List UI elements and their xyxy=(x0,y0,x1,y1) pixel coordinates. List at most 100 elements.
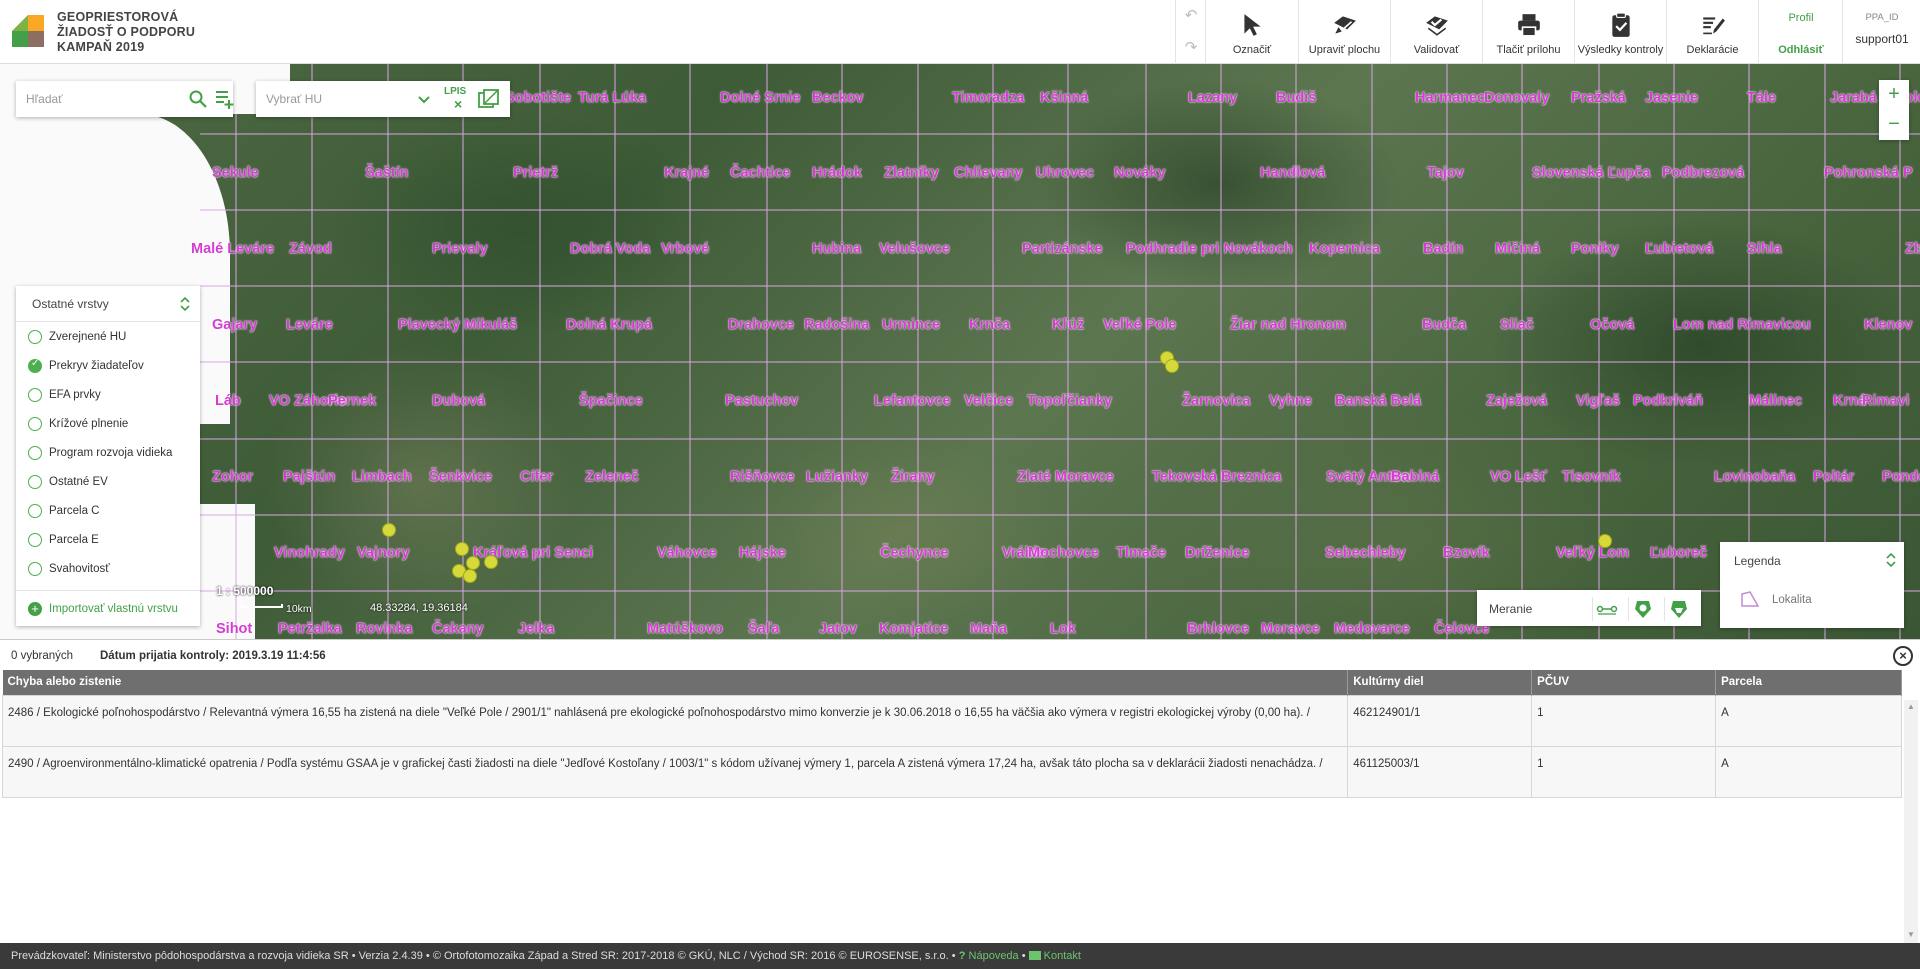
layer-item[interactable]: Program rozvoja vidieka xyxy=(16,439,200,468)
import-layer-button[interactable]: + Importovať vlastnú vrstvu xyxy=(16,590,200,626)
town-label: Podkriváň xyxy=(1633,393,1704,409)
applicant-marker[interactable] xyxy=(466,556,480,570)
town-label: Kopernica xyxy=(1309,241,1380,257)
town-label: Málinec xyxy=(1749,393,1803,409)
applicant-marker[interactable] xyxy=(455,542,469,556)
town-label: Krajné xyxy=(664,165,710,181)
contact-link[interactable]: Kontakt xyxy=(1044,950,1081,962)
layer-item[interactable]: EFA prvky xyxy=(16,381,200,410)
layer-toggle[interactable] xyxy=(28,533,42,547)
column-header-pcuv[interactable]: PČUV xyxy=(1531,670,1717,695)
add-search-filter-icon[interactable] xyxy=(214,88,236,110)
table-row[interactable]: 2486 / Ekologické poľnohospodárstvo / Re… xyxy=(1,694,1902,747)
layer-toggle[interactable] xyxy=(28,388,42,402)
layer-item[interactable]: Krížové plnenie xyxy=(16,410,200,439)
town-label: Sebechleby xyxy=(1325,545,1406,561)
scroll-down-icon[interactable]: ▼ xyxy=(1907,930,1915,939)
town-label: Velčice xyxy=(964,393,1014,409)
declarations-button[interactable]: Deklarácie xyxy=(1666,0,1758,64)
layer-switch-icon[interactable] xyxy=(478,89,500,109)
layer-toggle[interactable] xyxy=(28,504,42,518)
town-label: Malé Leváre xyxy=(191,241,275,257)
measure-distance-icon[interactable] xyxy=(1592,597,1620,621)
applicant-marker[interactable] xyxy=(484,555,498,569)
undo-icon[interactable]: ↶ xyxy=(1176,0,1206,32)
town-label: Tisovník xyxy=(1562,469,1621,485)
layer-item[interactable]: Parcela C xyxy=(16,497,200,526)
town-label: Jelka xyxy=(518,621,555,637)
town-label: Šenkvice xyxy=(429,469,492,485)
collapse-icon[interactable] xyxy=(178,296,192,312)
redo-icon[interactable]: ↷ xyxy=(1176,32,1206,64)
scroll-up-icon[interactable]: ▲ xyxy=(1907,702,1915,711)
town-label: Maňa xyxy=(970,621,1008,637)
logout-link[interactable]: Odhlásiť xyxy=(1759,44,1843,56)
column-header-parcel[interactable]: Parcela xyxy=(1715,670,1902,695)
measure-area-icon[interactable] xyxy=(1628,597,1656,621)
profile-link[interactable]: Profil xyxy=(1759,12,1843,24)
lpis-toggle-button[interactable]: LPIS × xyxy=(444,86,470,112)
search-icon[interactable] xyxy=(188,89,208,109)
town-label: Zbojsk xyxy=(1905,241,1920,257)
table-row[interactable]: 2490 / Agroenvironmentálno-klimatické op… xyxy=(1,745,1902,798)
town-label: Bzovík xyxy=(1443,545,1490,561)
applicant-marker[interactable] xyxy=(1165,359,1179,373)
measure-parcel-icon[interactable] xyxy=(1664,597,1692,621)
layers-panel-header[interactable]: Ostatné vrstvy xyxy=(16,286,200,322)
mail-icon xyxy=(1028,951,1041,960)
column-header-error[interactable]: Chyba alebo zistenie xyxy=(2,670,1349,695)
map-view[interactable]: Sobotište Turá Lúka Dolné Srnie Beckov Timor… xyxy=(0,64,1920,639)
search-box xyxy=(16,81,236,117)
validate-button[interactable]: Validovať xyxy=(1390,0,1482,64)
layer-toggle[interactable] xyxy=(28,358,42,373)
town-label: Rišňovce xyxy=(730,469,795,485)
applicant-marker[interactable] xyxy=(1598,534,1612,548)
layer-item[interactable]: Ostatné EV xyxy=(16,468,200,497)
mark-button[interactable]: Označiť xyxy=(1205,0,1298,64)
parcel-value: A xyxy=(1715,745,1902,798)
town-label: Kšinná xyxy=(1040,90,1089,106)
layer-item[interactable]: Svahovitosť xyxy=(16,555,200,584)
applicant-marker[interactable] xyxy=(382,523,396,537)
edit-area-button[interactable]: Upraviť plochu xyxy=(1298,0,1390,64)
town-label: Budiš xyxy=(1276,90,1317,106)
zoom-in-button[interactable]: + xyxy=(1879,80,1909,110)
town-label: Veľký Lom xyxy=(1556,545,1630,561)
profile-group: Profil Odhlásiť xyxy=(1758,0,1842,64)
layer-label: Prekryv žiadateľov xyxy=(49,360,144,372)
footer-operator: Prevádzkovateľ: Ministerstvo pôdohospodá… xyxy=(11,950,349,962)
check-results-button[interactable]: Výsledky kontroly xyxy=(1574,0,1666,64)
undo-redo-group: ↶ ↷ xyxy=(1175,0,1205,64)
hu-select[interactable]: Vybrať HU LPIS × xyxy=(256,81,510,117)
layer-toggle[interactable] xyxy=(28,446,42,460)
zoom-out-button[interactable]: − xyxy=(1879,110,1909,140)
applicant-marker[interactable] xyxy=(463,569,477,583)
town-label: Drahovce xyxy=(728,317,795,333)
print-attachment-button[interactable]: Tlačiť prílohu xyxy=(1482,0,1574,64)
town-label: Limbach xyxy=(352,469,412,485)
layer-toggle[interactable] xyxy=(28,562,42,576)
close-panel-button[interactable]: × xyxy=(1893,646,1913,666)
town-label: Veľké Pole xyxy=(1103,317,1177,333)
results-scrollbar[interactable]: ▲ ▼ xyxy=(1904,700,1918,944)
layer-item[interactable]: Zverejnené HU xyxy=(16,323,200,352)
collapse-icon[interactable] xyxy=(1884,552,1898,568)
search-input[interactable] xyxy=(26,89,166,109)
chevron-down-icon[interactable] xyxy=(416,91,432,107)
layer-toggle[interactable] xyxy=(28,330,42,344)
layer-label: Svahovitosť xyxy=(49,563,110,575)
town-label: Tekovská Breznica xyxy=(1152,469,1282,485)
layer-toggle[interactable] xyxy=(28,417,42,431)
layer-item[interactable]: Parcela E xyxy=(16,526,200,555)
locality-polygon-icon xyxy=(1741,591,1760,607)
column-header-block[interactable]: Kultúrny diel xyxy=(1347,670,1533,695)
help-link[interactable]: Nápoveda xyxy=(969,950,1019,962)
town-label: Žarnovica xyxy=(1182,393,1251,409)
town-label: Krnča xyxy=(969,317,1011,333)
print-attachment-button-label: Tlačiť prílohu xyxy=(1496,44,1561,56)
layer-toggle[interactable] xyxy=(28,475,42,489)
town-label: Matúškovo xyxy=(647,621,723,637)
town-label: Komjatice xyxy=(879,621,949,637)
layer-item[interactable]: Prekryv žiadateľov xyxy=(16,352,200,381)
measure-panel: Meranie xyxy=(1477,590,1701,626)
